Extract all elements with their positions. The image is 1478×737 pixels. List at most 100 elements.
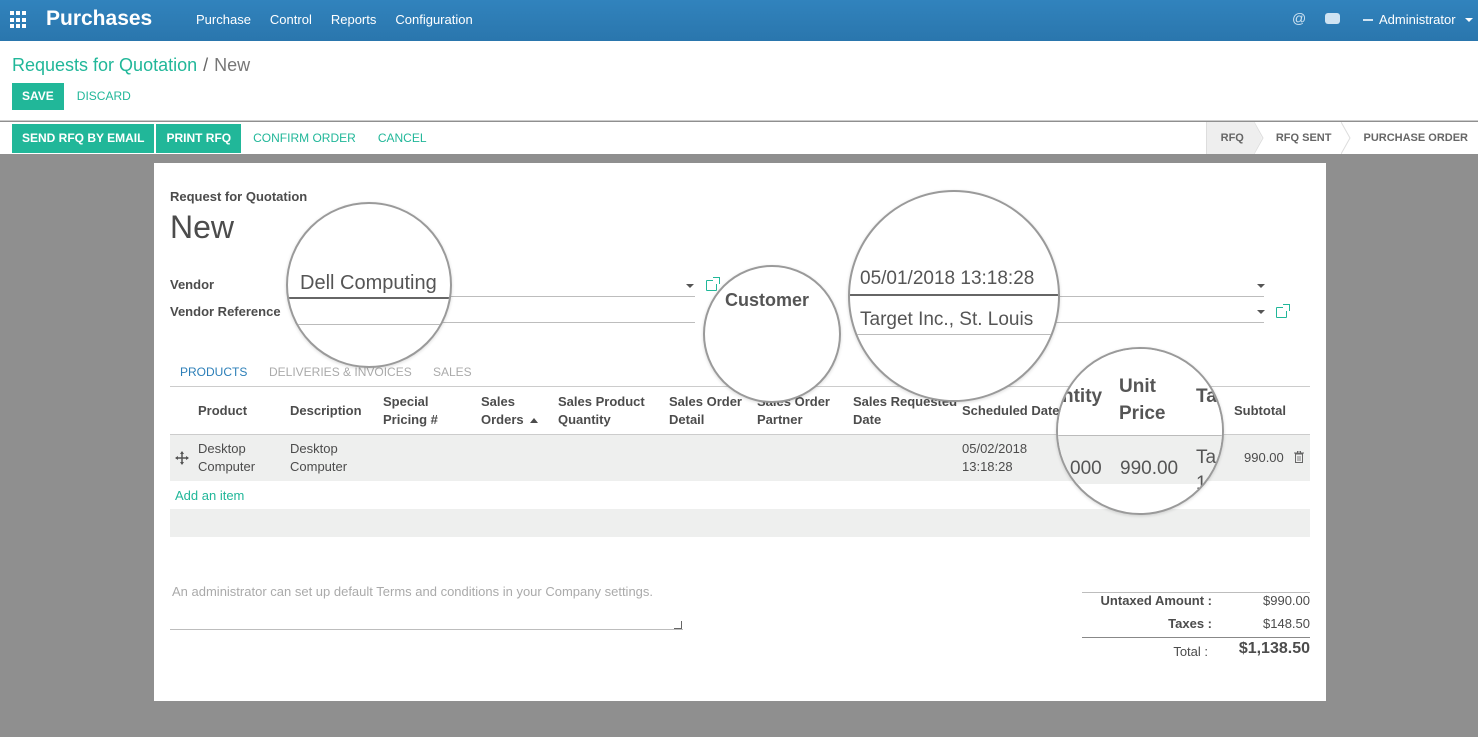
magnifier-unit-price: ntity Unit Price Ta 000 990.00 Ta 1 [1056,347,1224,515]
col-sales-orders-line2: Orders [481,412,524,427]
add-item-link[interactable]: Add an item [175,488,244,503]
col-taxes-partial: Ta [1196,386,1217,407]
col-sod-line1: Sales Order [669,394,742,409]
stage-rfq-sent[interactable]: RFQ SENT [1253,122,1342,154]
at-icon[interactable]: @ [1292,10,1306,26]
control-panel: Requests for Quotation / New SAVE DISCARD [0,41,1478,121]
cell-scheduled-line2: 13:18:28 [962,459,1013,474]
col-spq-line1: Sales Product [558,394,645,409]
menu-reports[interactable]: Reports [331,12,377,27]
col-spq-line2: Quantity [558,412,611,427]
menu-configuration[interactable]: Configuration [395,12,472,27]
status-bar: SEND RFQ BY EMAIL PRINT RFQ CONFIRM ORDE… [0,122,1478,154]
resize-handle-icon[interactable] [674,621,682,629]
menu-control[interactable]: Control [270,12,312,27]
stage-rfq[interactable]: RFQ [1206,122,1263,154]
total-value: $1,138.50 [1238,640,1310,657]
customer-dropdown-icon[interactable] [1257,310,1265,314]
taxes-label: Taxes : [1168,616,1212,631]
magnifier-customer-label: Customer [703,265,841,403]
terms-underline [170,629,683,630]
cell-subtotal: 990.00 [1244,450,1284,465]
breadcrumb-current: New [214,55,251,75]
drag-handle-icon[interactable] [175,451,189,465]
cell-taxes-partial: Ta 1 [1196,445,1216,497]
customer-external-link-icon[interactable] [1276,304,1290,318]
col-description[interactable]: Description [290,402,362,420]
taxes-value: $148.50 [1263,616,1310,631]
col-unit-price[interactable]: Unit Price [1119,373,1165,427]
vendor-dropdown-icon[interactable] [686,284,694,288]
breadcrumb-separator: / [203,55,209,75]
cell-taxes-line2: 1 [1196,473,1207,494]
stage-pipeline: RFQ RFQ SENT PURCHASE ORDER [1205,122,1478,154]
sort-ascending-icon [529,418,538,424]
col-special-pricing[interactable]: Special Pricing # [383,393,438,429]
tab-products[interactable]: PRODUCTS [180,365,247,379]
magnifier-vendor: Dell Computing [286,202,452,368]
user-menu[interactable]: Administrator [1379,12,1456,27]
stage-rfq-sent-label: RFQ SENT [1275,132,1332,144]
print-rfq-button[interactable]: PRINT RFQ [156,124,242,153]
cancel-button[interactable]: CANCEL [368,124,437,153]
col-special-pricing-line2: Pricing # [383,412,438,427]
breadcrumb: Requests for Quotation / New [12,55,250,76]
discard-button[interactable]: DISCARD [67,83,141,110]
tab-sales[interactable]: SALES [433,365,472,379]
cell-description-line2: Computer [290,459,348,474]
save-button[interactable]: SAVE [12,83,64,110]
untaxed-amount-value: $990.00 [1263,593,1310,608]
col-special-pricing-line1: Special [383,394,429,409]
order-date-dropdown-icon[interactable] [1257,284,1265,288]
send-rfq-email-button[interactable]: SEND RFQ BY EMAIL [12,124,155,153]
col-subtotal[interactable]: Subtotal [1234,402,1286,420]
cell-product-line2: Computer [198,459,256,474]
col-sod-line2: Detail [669,412,705,427]
cell-quantity-partial: 000 [1070,458,1102,479]
tab-deliveries-invoices[interactable]: DELIVERIES & INVOICES [269,365,412,379]
cell-product-line1: Desktop [198,441,246,456]
form-sheet: Request for Quotation New Vendor Vendor … [154,163,1326,701]
stage-purchase-order-label: PURCHASE ORDER [1363,132,1468,144]
customer-value[interactable]: Target Inc., St. Louis [860,309,1033,331]
vendor-external-link-icon[interactable] [706,277,720,291]
stage-purchase-order[interactable]: PURCHASE ORDER [1341,122,1478,154]
col-sop-line2: Partner [757,412,803,427]
col-sales-order-detail[interactable]: Sales Order Detail [669,393,742,429]
col-sales-orders-line1: Sales [481,394,515,409]
col-unit-price-line2: Price [1119,403,1166,424]
vendor-reference-label: Vendor Reference [170,304,281,319]
cell-product: Desktop Computer [198,440,255,476]
apps-grid-icon[interactable] [10,11,28,29]
vendor-value[interactable]: Dell Computing [300,272,437,295]
total-label: Total : [1173,644,1208,659]
menu-purchase[interactable]: Purchase [196,12,251,27]
top-navbar: Purchases Purchase Control Reports Confi… [0,0,1478,41]
cell-scheduled-line1: 05/02/2018 [962,441,1028,456]
status-actions: SEND RFQ BY EMAIL PRINT RFQ CONFIRM ORDE… [12,124,437,153]
document-type-label: Request for Quotation [170,189,308,204]
untaxed-amount-label: Untaxed Amount : [1100,593,1212,608]
col-scheduled-date[interactable]: Scheduled Date [962,402,1060,420]
breadcrumb-parent[interactable]: Requests for Quotation [12,55,197,75]
cell-description: Desktop Computer [290,440,347,476]
confirm-order-button[interactable]: CONFIRM ORDER [243,124,366,153]
cell-taxes-line1: Ta [1196,447,1217,468]
chat-icon[interactable] [1325,13,1340,24]
order-date-value[interactable]: 05/01/2018 13:18:28 [860,268,1034,290]
main-menu: Purchase Control Reports Configuration [196,12,492,27]
vendor-label: Vendor [170,277,215,292]
col-sales-product-quantity[interactable]: Sales Product Quantity [558,393,645,429]
cell-unit-price[interactable]: 990.00 [1120,458,1178,480]
app-brand: Purchases [46,7,153,30]
magnifier-date-customer: 05/01/2018 13:18:28 Target Inc., St. Lou… [848,190,1060,402]
col-srd-line2: Date [853,412,882,427]
chevron-down-icon [1465,18,1473,22]
col-sales-orders[interactable]: Sales Orders [481,393,538,429]
trash-icon[interactable] [1294,451,1304,463]
totals-divider [1082,637,1310,638]
terms-and-conditions-field[interactable]: An administrator can set up default Term… [172,584,653,599]
page-title: New [170,209,235,245]
customer-label: Customer [725,290,810,310]
col-product[interactable]: Product [198,402,247,420]
